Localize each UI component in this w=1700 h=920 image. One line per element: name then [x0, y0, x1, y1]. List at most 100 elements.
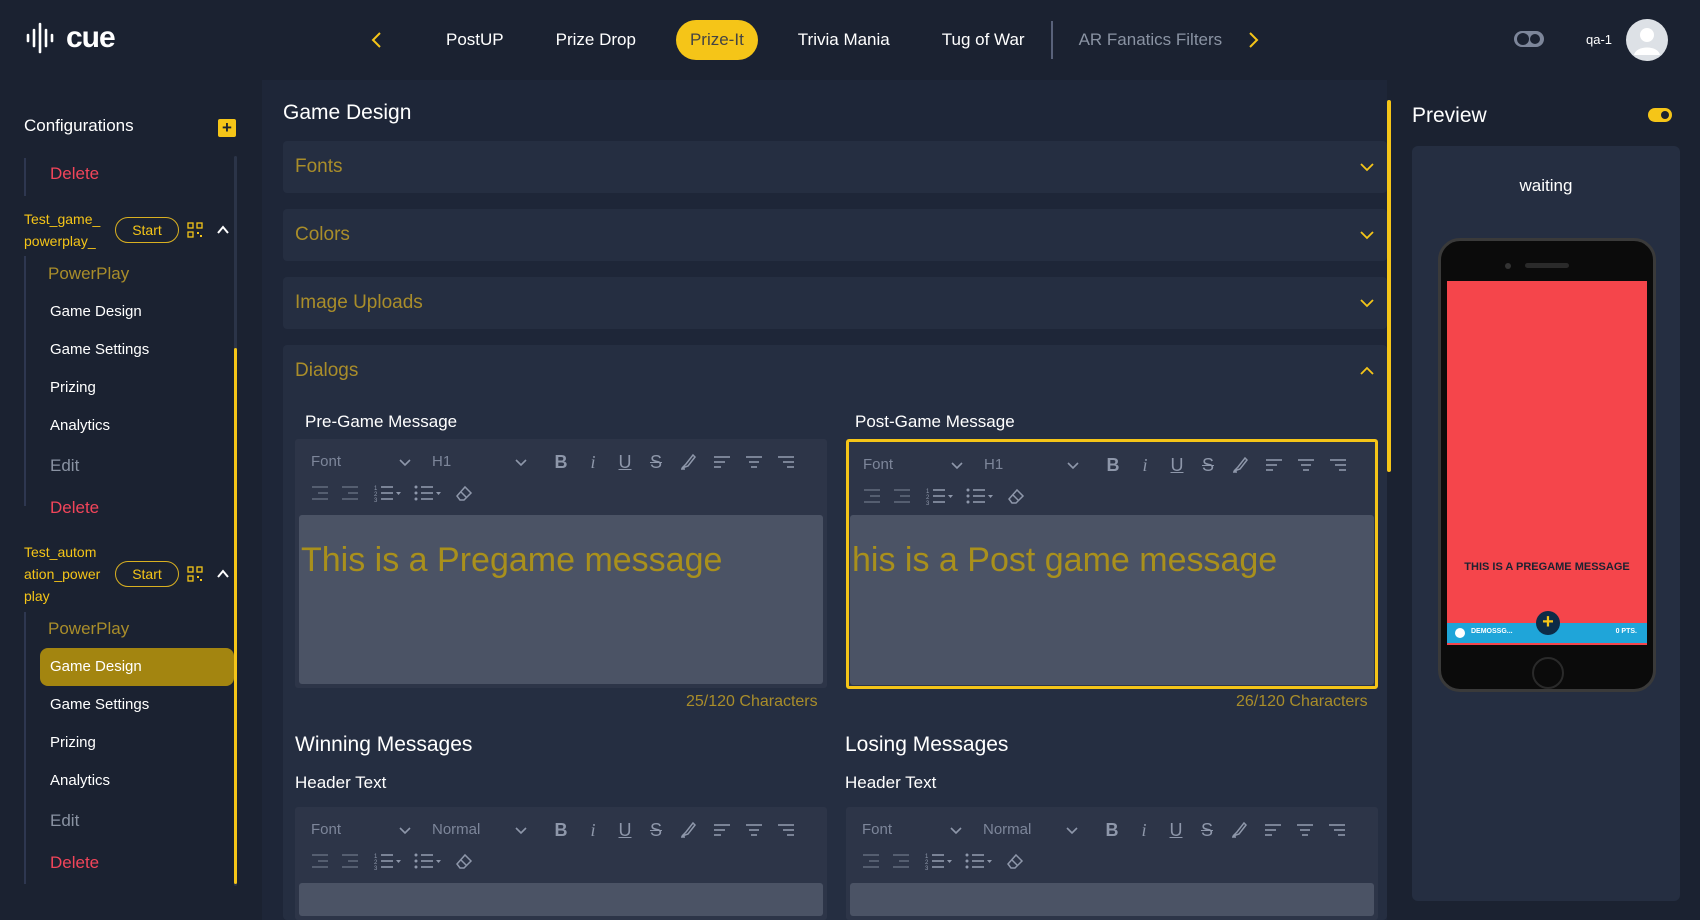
- start-button[interactable]: Start: [115, 217, 179, 243]
- chevron-down-icon[interactable]: [398, 824, 412, 838]
- nav-game-settings[interactable]: Game Settings: [50, 696, 149, 713]
- tab-tug-of-war[interactable]: Tug of War: [916, 20, 1051, 60]
- edit-link[interactable]: Edit: [50, 456, 79, 476]
- ordered-list-icon[interactable]: 123: [924, 850, 954, 872]
- tab-trivia-mania[interactable]: Trivia Mania: [772, 20, 916, 60]
- qr-code-icon[interactable]: [187, 566, 203, 582]
- underline-icon[interactable]: U: [614, 451, 636, 473]
- font-select[interactable]: Font: [311, 453, 341, 470]
- preview-toggle[interactable]: [1648, 108, 1672, 122]
- indent-icon[interactable]: [339, 482, 361, 504]
- highlighter-icon[interactable]: [677, 819, 699, 841]
- align-center-icon[interactable]: [1295, 454, 1317, 476]
- ordered-list-icon[interactable]: 123: [925, 485, 955, 507]
- losing-header-text-area[interactable]: [850, 883, 1374, 916]
- font-select[interactable]: Font: [862, 821, 892, 838]
- align-center-icon[interactable]: [743, 451, 765, 473]
- chevron-down-icon[interactable]: [950, 459, 964, 473]
- accordion-image-uploads[interactable]: Image Uploads: [283, 277, 1387, 329]
- indent-icon[interactable]: [339, 850, 361, 872]
- align-center-icon[interactable]: [1294, 819, 1316, 841]
- eraser-icon[interactable]: [453, 482, 475, 504]
- align-right-icon[interactable]: [1326, 819, 1348, 841]
- post-game-text-area[interactable]: his is a Post game message: [850, 515, 1374, 685]
- tab-prize-it[interactable]: Prize-It: [675, 20, 758, 60]
- heading-select[interactable]: H1: [984, 456, 1003, 473]
- bullet-list-icon[interactable]: [413, 850, 443, 872]
- nav-game-design[interactable]: Game Design: [50, 303, 142, 320]
- outdent-icon[interactable]: [861, 485, 883, 507]
- edit-link[interactable]: Edit: [50, 811, 79, 831]
- chevron-down-icon[interactable]: [1065, 824, 1079, 838]
- indent-icon[interactable]: [890, 850, 912, 872]
- heading-select[interactable]: Normal: [983, 821, 1031, 838]
- underline-icon[interactable]: U: [614, 819, 636, 841]
- eraser-icon[interactable]: [1005, 485, 1027, 507]
- qr-code-icon[interactable]: [187, 222, 203, 238]
- ordered-list-icon[interactable]: 123: [373, 482, 403, 504]
- accordion-colors[interactable]: Colors: [283, 209, 1387, 261]
- italic-icon[interactable]: i: [582, 451, 604, 473]
- delete-link[interactable]: Delete: [50, 164, 99, 184]
- nav-game-design-selected[interactable]: Game Design: [40, 648, 234, 686]
- main-scrollbar-thumb[interactable]: [1387, 100, 1391, 472]
- tabs-next-arrow[interactable]: [1241, 26, 1265, 54]
- chevron-down-icon[interactable]: [1066, 459, 1080, 473]
- bold-icon[interactable]: B: [1101, 819, 1123, 841]
- tabs-prev-arrow[interactable]: [365, 26, 389, 54]
- italic-icon[interactable]: i: [582, 819, 604, 841]
- eraser-icon[interactable]: [1004, 850, 1026, 872]
- indent-icon[interactable]: [891, 485, 913, 507]
- delete-link[interactable]: Delete: [50, 853, 99, 873]
- avatar[interactable]: [1626, 19, 1668, 61]
- cue-logo[interactable]: cue: [24, 20, 116, 56]
- chevron-down-icon[interactable]: [398, 456, 412, 470]
- align-center-icon[interactable]: [743, 819, 765, 841]
- sidebar-scrollbar-thumb[interactable]: [234, 348, 237, 884]
- strikethrough-icon[interactable]: S: [645, 819, 667, 841]
- tab-postup[interactable]: PostUP: [420, 20, 530, 60]
- chevron-up-icon[interactable]: [216, 567, 230, 581]
- chevron-down-icon[interactable]: [514, 456, 528, 470]
- align-left-icon[interactable]: [711, 819, 733, 841]
- italic-icon[interactable]: i: [1133, 819, 1155, 841]
- highlighter-icon[interactable]: [1229, 454, 1251, 476]
- config-name[interactable]: Test_game_ powerplay_: [24, 208, 100, 252]
- strikethrough-icon[interactable]: S: [645, 451, 667, 473]
- bold-icon[interactable]: B: [1102, 454, 1124, 476]
- align-left-icon[interactable]: [711, 451, 733, 473]
- font-select[interactable]: Font: [311, 821, 341, 838]
- align-left-icon[interactable]: [1263, 454, 1285, 476]
- nav-analytics[interactable]: Analytics: [50, 417, 110, 434]
- nav-game-settings[interactable]: Game Settings: [50, 341, 149, 358]
- user-name[interactable]: qa-1: [1586, 32, 1612, 47]
- align-right-icon[interactable]: [775, 819, 797, 841]
- pre-game-text-area[interactable]: This is a Pregame message: [299, 515, 823, 684]
- add-configuration-button[interactable]: +: [218, 119, 236, 137]
- config-name[interactable]: Test_autom ation_power play: [24, 541, 100, 607]
- nav-prizing[interactable]: Prizing: [50, 379, 96, 396]
- heading-select[interactable]: Normal: [432, 821, 480, 838]
- align-right-icon[interactable]: [1327, 454, 1349, 476]
- chevron-up-icon[interactable]: [216, 223, 230, 237]
- heading-select[interactable]: H1: [432, 453, 451, 470]
- winning-header-text-area[interactable]: [299, 883, 823, 916]
- tab-prize-drop[interactable]: Prize Drop: [530, 20, 662, 60]
- bullet-list-icon[interactable]: [964, 850, 994, 872]
- outdent-icon[interactable]: [309, 850, 331, 872]
- underline-icon[interactable]: U: [1165, 819, 1187, 841]
- chevron-down-icon[interactable]: [514, 824, 528, 838]
- highlighter-icon[interactable]: [677, 451, 699, 473]
- accordion-fonts[interactable]: Fonts: [283, 141, 1387, 193]
- bold-icon[interactable]: B: [550, 451, 572, 473]
- highlighter-icon[interactable]: [1228, 819, 1250, 841]
- tab-ar-fanatics-filters[interactable]: AR Fanatics Filters: [1053, 20, 1249, 60]
- align-left-icon[interactable]: [1262, 819, 1284, 841]
- align-right-icon[interactable]: [775, 451, 797, 473]
- start-button[interactable]: Start: [115, 561, 179, 587]
- outdent-icon[interactable]: [309, 482, 331, 504]
- bold-icon[interactable]: B: [550, 819, 572, 841]
- underline-icon[interactable]: U: [1166, 454, 1188, 476]
- ordered-list-icon[interactable]: 123: [373, 850, 403, 872]
- delete-link[interactable]: Delete: [50, 498, 99, 518]
